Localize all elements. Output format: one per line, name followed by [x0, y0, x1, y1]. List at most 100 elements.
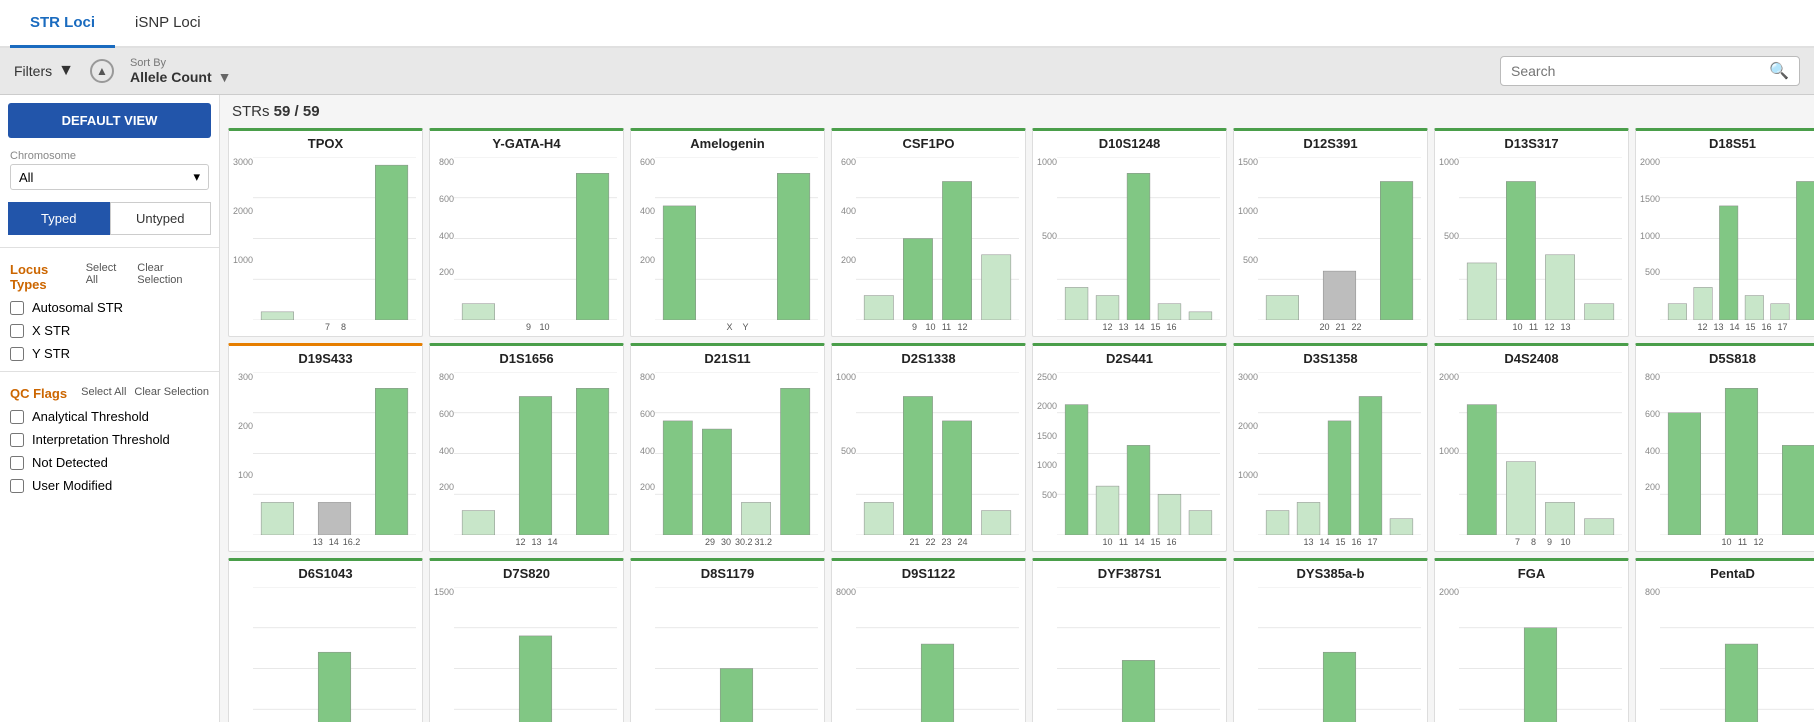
chart-card-d21s11[interactable]: D21S11800600400200293030.231.2 [630, 343, 825, 552]
y-axis-y-gata-h4: 800600400200 [432, 157, 454, 304]
analytical-threshold-checkbox[interactable] [10, 410, 24, 424]
x-label-d13s317-0: 10 [1511, 322, 1525, 332]
x-label-d5s818-0: 10 [1720, 537, 1734, 547]
chart-card-tpox[interactable]: TPOX30002000100078 [228, 128, 423, 337]
locus-select-all[interactable]: Select All [86, 262, 130, 292]
chart-card-d13s317[interactable]: D13S317100050010111213 [1434, 128, 1629, 337]
strs-label: STRs [232, 103, 270, 120]
chart-card-dys385a-b[interactable]: DYS385a-b [1233, 558, 1428, 722]
user-modified-label: User Modified [32, 478, 112, 493]
x-label-d19s433-0: 13 [311, 537, 325, 547]
untyped-button[interactable]: Untyped [110, 202, 212, 235]
tab-isnp-loci[interactable]: iSNP Loci [115, 0, 221, 48]
chart-card-d12s391[interactable]: D12S39115001000500202122 [1233, 128, 1428, 337]
chromosome-select[interactable]: All ▾ [10, 164, 209, 190]
chart-title-d8s1179: D8S1179 [631, 561, 824, 583]
chart-card-d19s433[interactable]: D19S433300200100131416.2 [228, 343, 423, 552]
x-label-d13s317-2: 12 [1543, 322, 1557, 332]
chart-card-d5s818[interactable]: D5S818800600400200101112 [1635, 343, 1814, 552]
chart-card-pentad[interactable]: PentaD800 [1635, 558, 1814, 722]
qc-select-all[interactable]: Select All [81, 386, 126, 401]
chart-area-d1s1656: 800600400200 [430, 368, 623, 537]
chart-card-y-gata-h4[interactable]: Y-GATA-H4800600400200910 [429, 128, 624, 337]
strs-count: 59 / 59 [274, 103, 320, 120]
x-labels-d3s1358: 1314151617 [1234, 537, 1427, 551]
chart-card-d7s820[interactable]: D7S8201500 [429, 558, 624, 722]
chart-svg-d6s1043 [253, 587, 416, 722]
chart-area-d7s820: 1500 [430, 583, 623, 722]
x-label-d2s441-0: 10 [1101, 537, 1115, 547]
y-axis-d2s1338: 1000500 [834, 372, 856, 519]
x-label-d13s317-1: 11 [1527, 322, 1541, 332]
bar-d12s391-2 [1380, 181, 1413, 320]
chart-card-fga[interactable]: FGA2000 [1434, 558, 1629, 722]
chart-title-d10s1248: D10S1248 [1033, 131, 1226, 153]
y-axis-d12s391: 15001000500 [1236, 157, 1258, 304]
search-box: 🔍 [1500, 56, 1800, 86]
chart-card-d2s441[interactable]: D2S44125002000150010005001011141516 [1032, 343, 1227, 552]
chart-card-d18s51[interactable]: D18S51200015001000500121314151617 [1635, 128, 1814, 337]
bar-csf1po-1 [903, 239, 932, 321]
x-labels-d5s818: 101112 [1636, 537, 1814, 551]
bar-d13s317-0 [1467, 263, 1496, 320]
user-modified-checkbox[interactable] [10, 479, 24, 493]
x-label-d2s1338-0: 21 [908, 537, 922, 547]
chart-card-d3s1358[interactable]: D3S13583000200010001314151617 [1233, 343, 1428, 552]
chart-title-d1s1656: D1S1656 [430, 346, 623, 368]
chart-svg-d2s1338 [856, 372, 1019, 535]
chart-svg-csf1po [856, 157, 1019, 320]
x-label-d3s1358-2: 15 [1334, 537, 1348, 547]
locus-types-title: Locus Types [10, 262, 86, 292]
chart-card-d4s2408[interactable]: D4S24082000100078910 [1434, 343, 1629, 552]
chart-title-dyf387s1: DYF387S1 [1033, 561, 1226, 583]
bar-d13s317-1 [1506, 181, 1535, 320]
chart-area-d18s51: 200015001000500 [1636, 153, 1814, 322]
bar-d10s1248-3 [1158, 304, 1181, 320]
not-detected-checkbox[interactable] [10, 456, 24, 470]
chart-card-d2s1338[interactable]: D2S1338100050021222324 [831, 343, 1026, 552]
x-label-y-gata-h4-1: 10 [538, 322, 552, 332]
chart-title-d13s317: D13S317 [1435, 131, 1628, 153]
x-label-d21s11-3: 31.2 [755, 537, 773, 547]
x-str-checkbox[interactable] [10, 324, 24, 338]
x-labels-d4s2408: 78910 [1435, 537, 1628, 551]
x-labels-csf1po: 9101112 [832, 322, 1025, 336]
sort-up-icon[interactable]: ▲ [90, 59, 114, 83]
interpretation-threshold-checkbox[interactable] [10, 433, 24, 447]
chart-card-d9s1122[interactable]: D9S11228000 [831, 558, 1026, 722]
bar-d2s441-3 [1158, 494, 1181, 535]
chart-card-csf1po[interactable]: CSF1PO6004002009101112 [831, 128, 1026, 337]
typed-button[interactable]: Typed [8, 202, 110, 235]
x-label-amelogenin-1: Y [739, 322, 753, 332]
chart-card-dyf387s1[interactable]: DYF387S1 [1032, 558, 1227, 722]
bar-d10s1248-4 [1189, 312, 1212, 320]
y-axis-d13s317: 1000500 [1437, 157, 1459, 304]
chart-title-tpox: TPOX [229, 131, 422, 153]
x-label-d3s1358-3: 16 [1350, 537, 1364, 547]
chart-card-d6s1043[interactable]: D6S1043 [228, 558, 423, 722]
x-label-d18s51-5: 17 [1776, 322, 1790, 332]
filters-button[interactable]: Filters ▼ [14, 62, 74, 80]
locus-clear-selection[interactable]: Clear Selection [137, 262, 209, 292]
y-axis-pentad: 800 [1638, 587, 1660, 722]
chart-card-amelogenin[interactable]: Amelogenin600400200XY [630, 128, 825, 337]
qc-clear-selection[interactable]: Clear Selection [134, 386, 209, 401]
chart-svg-d10s1248 [1057, 157, 1220, 320]
x-labels-amelogenin: XY [631, 322, 824, 336]
autosomal-str-checkbox[interactable] [10, 301, 24, 315]
bar-d4s2408-0 [1467, 405, 1496, 535]
bar-d2s1338-2 [942, 421, 971, 535]
chart-card-d10s1248[interactable]: D10S124810005001213141516 [1032, 128, 1227, 337]
tab-str-loci[interactable]: STR Loci [10, 0, 115, 48]
chart-card-d1s1656[interactable]: D1S1656800600400200121314 [429, 343, 624, 552]
y-str-checkbox[interactable] [10, 347, 24, 361]
search-input[interactable] [1511, 63, 1769, 79]
y-axis-amelogenin: 600400200 [633, 157, 655, 304]
sort-dropdown-icon[interactable]: ▼ [218, 69, 232, 85]
chart-title-y-gata-h4: Y-GATA-H4 [430, 131, 623, 153]
y-str-label: Y STR [32, 346, 70, 361]
x-labels-d12s391: 202122 [1234, 322, 1427, 336]
strs-header: STRs 59 / 59 [228, 103, 1806, 120]
default-view-button[interactable]: DEFAULT VIEW [8, 103, 211, 138]
chart-card-d8s1179[interactable]: D8S1179 [630, 558, 825, 722]
